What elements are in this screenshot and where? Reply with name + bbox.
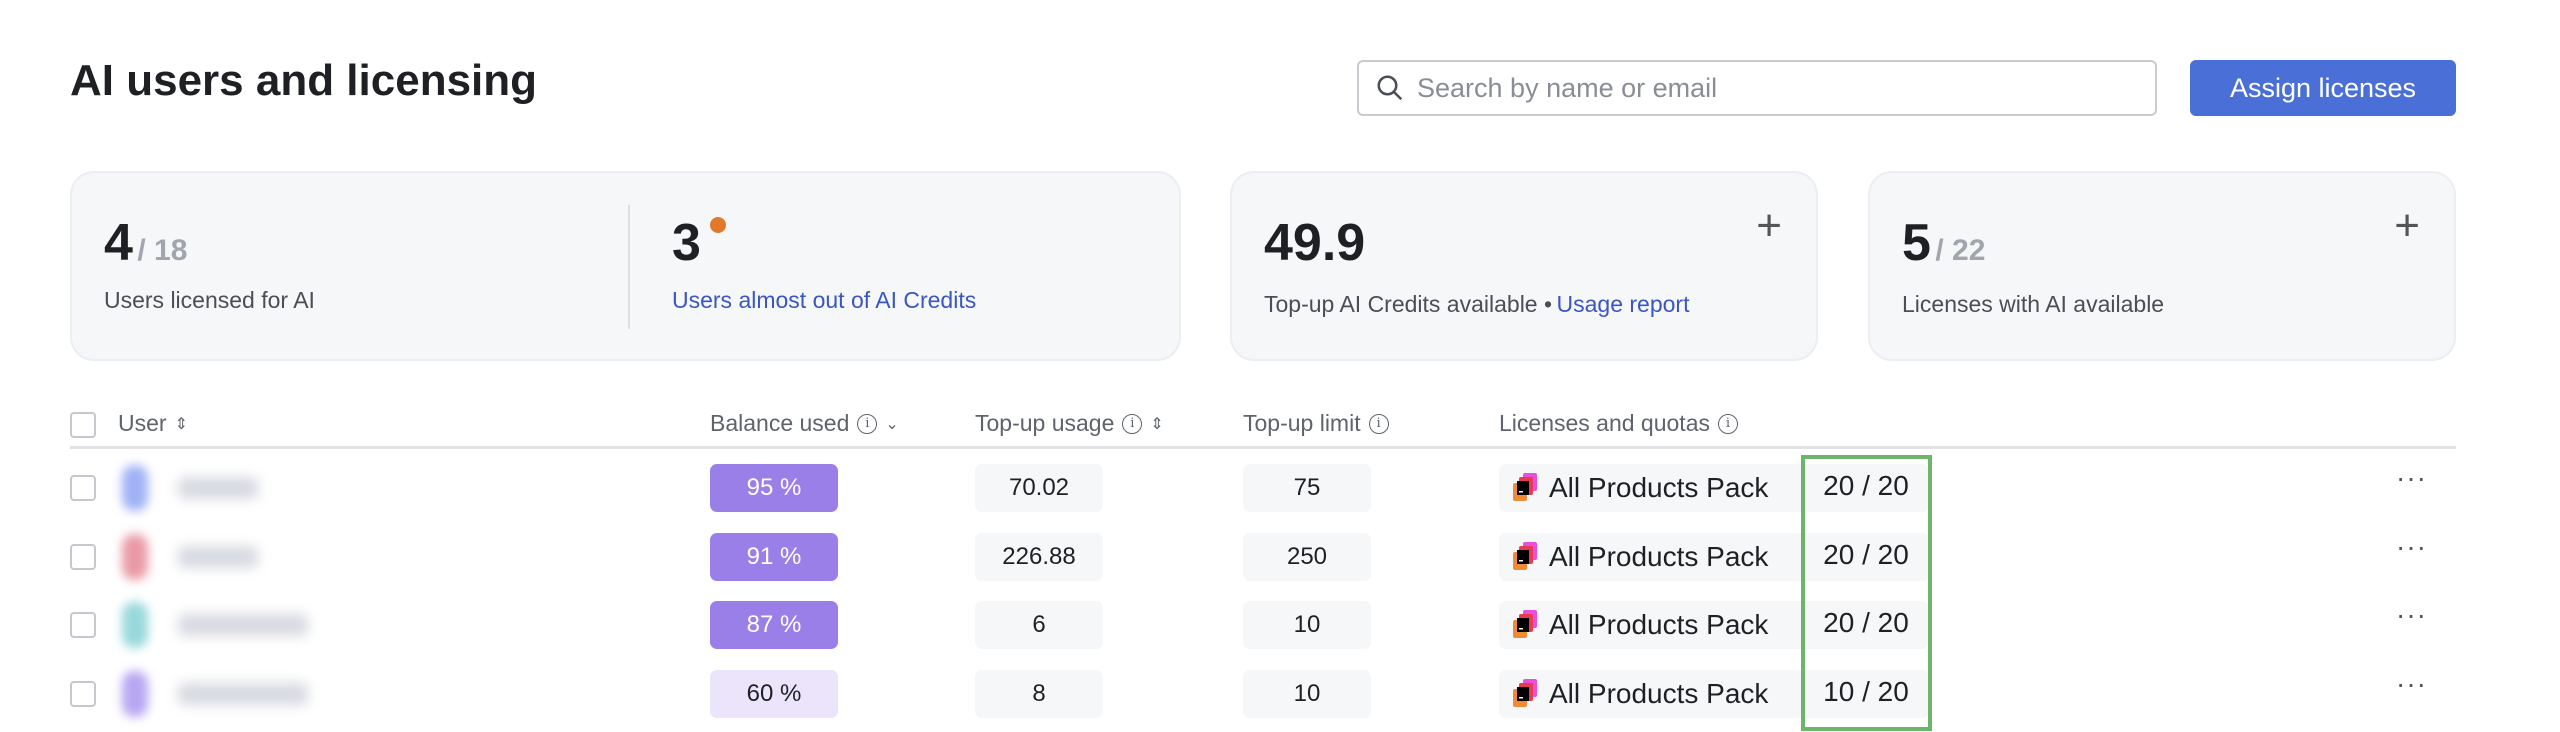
row-checkbox[interactable]: [70, 612, 96, 638]
user-name-blurred[interactable]: [178, 546, 258, 568]
usage-report-link[interactable]: Usage report: [1557, 291, 1690, 317]
topup-limit-value[interactable]: 10: [1243, 601, 1371, 649]
add-license-icon[interactable]: +: [2394, 201, 2420, 251]
topup-usage-value: 6: [975, 601, 1103, 649]
search-input[interactable]: [1417, 72, 2117, 104]
column-label: Top-up usage: [975, 410, 1115, 436]
licensed-count: 4 / 18: [104, 213, 187, 273]
card-divider: [628, 205, 630, 329]
licensed-total: / 18: [137, 234, 188, 267]
licenses-label: Licenses with AI available: [1902, 291, 2165, 317]
user-name-blurred[interactable]: [178, 683, 308, 705]
balance-used-badge: 60 %: [710, 670, 838, 718]
licensed-label: Users licensed for AI: [104, 287, 315, 313]
topup-limit-value[interactable]: 250: [1243, 533, 1371, 581]
all-products-pack-icon: [1513, 473, 1537, 501]
column-label: Licenses and quotas: [1499, 410, 1710, 436]
info-icon[interactable]: i: [1718, 413, 1738, 434]
column-label: Top-up limit: [1243, 410, 1361, 436]
avatar: [122, 671, 148, 717]
topup-card: 49.9 + Top-up AI Credits available • Usa…: [1230, 171, 1818, 361]
topup-usage-value: 226.88: [975, 533, 1103, 581]
topup-limit-value[interactable]: 75: [1243, 464, 1371, 512]
licenses-value: 5: [1902, 214, 1931, 272]
add-topup-icon[interactable]: +: [1756, 201, 1782, 251]
license-name: All Products Pack: [1549, 472, 1769, 503]
column-balance-used[interactable]: Balance used i ⌄: [710, 410, 899, 437]
row-checkbox[interactable]: [70, 544, 96, 570]
balance-used-badge: 95 %: [710, 464, 838, 512]
column-topup-limit: Top-up limit i: [1243, 410, 1389, 437]
sort-icon[interactable]: ⇕: [175, 414, 188, 434]
page-title: AI users and licensing: [70, 56, 538, 105]
user-name-blurred[interactable]: [178, 614, 308, 636]
users-almost-out-link[interactable]: Users almost out of AI Credits: [672, 287, 976, 314]
column-label: User: [118, 410, 167, 436]
alert-dot-icon: [710, 217, 726, 233]
almost-out-value: 3: [672, 214, 701, 272]
more-actions-icon[interactable]: ···: [2396, 668, 2427, 700]
avatar: [122, 602, 148, 648]
search-icon: [1377, 75, 1403, 101]
topup-usage-value: 70.02: [975, 464, 1103, 512]
all-products-pack-icon: [1513, 542, 1537, 570]
sort-icon[interactable]: ⇕: [1150, 414, 1163, 434]
topup-usage-value: 8: [975, 670, 1103, 718]
topup-value: 49.9: [1264, 214, 1366, 272]
more-actions-icon[interactable]: ···: [2396, 462, 2427, 494]
column-user[interactable]: User ⇕: [118, 410, 188, 437]
licenses-card: 5 / 22 + Licenses with AI available: [1868, 171, 2456, 361]
topup-limit-value[interactable]: 10: [1243, 670, 1371, 718]
license-name: All Products Pack: [1549, 609, 1769, 640]
more-actions-icon[interactable]: ···: [2396, 599, 2427, 631]
more-actions-icon[interactable]: ···: [2396, 531, 2427, 563]
avatar: [122, 534, 148, 580]
almost-out-count: 3: [672, 213, 701, 273]
info-icon[interactable]: i: [1122, 413, 1143, 434]
license-name: All Products Pack: [1549, 541, 1769, 572]
chevron-down-icon[interactable]: ⌄: [885, 414, 898, 434]
users-stats-card: 4 / 18 Users licensed for AI 3 Users alm…: [70, 171, 1181, 361]
header-divider: [70, 446, 2456, 449]
row-checkbox[interactable]: [70, 475, 96, 501]
user-name-blurred[interactable]: [178, 477, 258, 499]
balance-used-badge: 87 %: [710, 601, 838, 649]
search-field[interactable]: [1357, 60, 2157, 116]
row-checkbox[interactable]: [70, 681, 96, 707]
all-products-pack-icon: [1513, 610, 1537, 638]
balance-used-badge: 91 %: [710, 533, 838, 581]
column-licenses: Licenses and quotas i: [1499, 410, 1738, 437]
column-label: Balance used: [710, 410, 850, 436]
licensed-value: 4: [104, 214, 133, 272]
column-topup-usage[interactable]: Top-up usage i ⇕: [975, 410, 1164, 437]
license-name: All Products Pack: [1549, 678, 1769, 709]
select-all-checkbox[interactable]: [70, 412, 96, 438]
assign-licenses-button[interactable]: Assign licenses: [2190, 60, 2456, 116]
avatar: [122, 465, 148, 511]
licenses-total: / 22: [1935, 234, 1986, 267]
topup-label: Top-up AI Credits available •: [1264, 291, 1553, 317]
all-products-pack-icon: [1513, 679, 1537, 707]
quota-highlight-box: [1801, 455, 1932, 731]
info-icon[interactable]: i: [1368, 413, 1389, 434]
info-icon[interactable]: i: [857, 413, 878, 434]
